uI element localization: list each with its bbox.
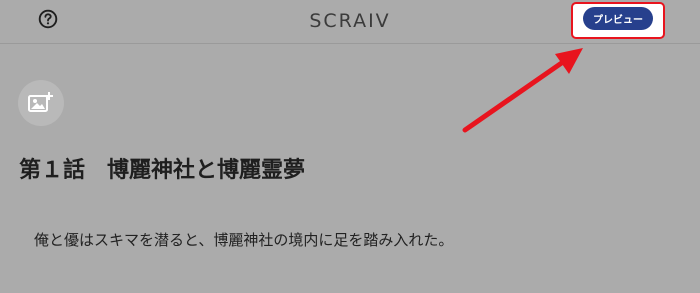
add-image-icon	[28, 92, 53, 112]
add-image-button[interactable]	[18, 80, 64, 126]
story-body-text[interactable]: 俺と優はスキマを潜ると、博麗神社の境内に足を踏み入れた。	[34, 229, 453, 250]
annotation-arrow	[462, 48, 583, 133]
chapter-title[interactable]: 第１話 博麗神社と博麗霊夢	[19, 152, 305, 184]
preview-button[interactable]: プレビュー	[583, 7, 653, 30]
